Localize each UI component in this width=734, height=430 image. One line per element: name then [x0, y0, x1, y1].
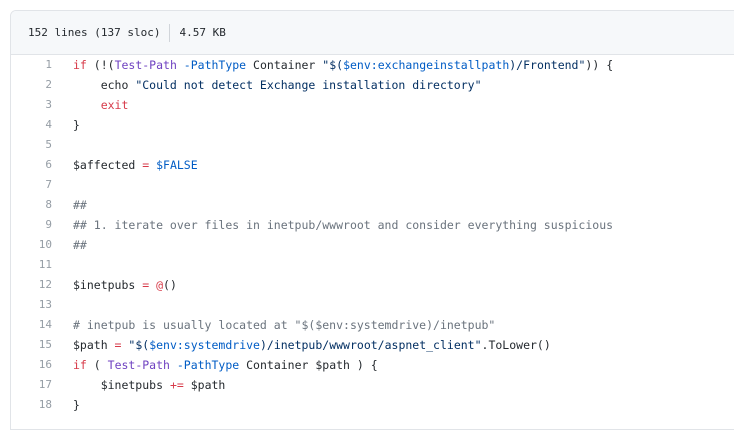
code-line: 6 $affected = $FALSE [11, 155, 734, 175]
code-token: echo [73, 78, 136, 92]
code-token: -PathType [169, 358, 240, 372]
line-number[interactable]: 14 [11, 315, 52, 335]
code-token: .ToLower() [481, 338, 551, 352]
code-line: 14 # inetpub is usually located at "$($en… [11, 315, 734, 335]
code-text: $path = "$($env:systemdrive)/inetpub/www… [73, 335, 551, 355]
code-token: )) { [585, 58, 614, 72]
code-token: "$( [121, 338, 150, 352]
code-token: = [135, 278, 150, 292]
file-viewer: 152 lines (137 sloc) 4.57 KB 1 if (!(Test… [10, 10, 734, 430]
code-line: 12 $inetpubs = @() [11, 275, 734, 295]
code-token: $inetpubs [73, 378, 164, 392]
code-token: @ [149, 278, 164, 292]
code-text: if (!(Test-Path -PathType Container "$($… [73, 55, 613, 75]
code-token: $path [73, 338, 108, 352]
code-token: Test-Path [114, 58, 177, 72]
file-info-header: 152 lines (137 sloc) 4.57 KB [11, 11, 734, 55]
code-token: } [73, 398, 80, 412]
code-token: "Could not detect Exchange installation … [135, 78, 482, 92]
code-token: ## 1. iterate over files in inetpub/wwwr… [73, 218, 614, 232]
line-number[interactable]: 4 [11, 115, 52, 135]
line-number[interactable]: 16 [11, 355, 52, 375]
code-token: ## [73, 198, 87, 212]
code-token: "$( [322, 58, 344, 72]
code-token: Container [246, 58, 323, 72]
line-number[interactable]: 6 [11, 155, 52, 175]
code-text: $inetpubs += $path [73, 375, 226, 395]
line-number[interactable]: 2 [11, 75, 52, 95]
code-token: $affected [73, 158, 136, 172]
line-number[interactable]: 13 [11, 295, 52, 315]
code-line: 1 if (!(Test-Path -PathType Container "$(… [11, 55, 734, 75]
code-text: exit [73, 95, 129, 115]
line-number[interactable]: 9 [11, 215, 52, 235]
code-token: $FALSE [149, 158, 198, 172]
line-number[interactable]: 3 [11, 95, 52, 115]
code-line: 3 exit [11, 95, 734, 115]
code-line: 8 ## [11, 195, 734, 215]
line-number[interactable]: 12 [11, 275, 52, 295]
code-text: ## 1. iterate over files in inetpub/wwwr… [73, 215, 613, 235]
line-number[interactable]: 1 [11, 55, 52, 75]
code-token: += [163, 378, 184, 392]
code-text: } [73, 115, 80, 135]
code-text: echo "Could not detect Exchange installa… [73, 75, 482, 95]
code-text: if ( Test-Path -PathType Container $path… [73, 355, 378, 375]
code-token: $inetpubs [73, 278, 136, 292]
code-block: 1 if (!(Test-Path -PathType Container "$(… [11, 55, 734, 415]
line-number[interactable]: 15 [11, 335, 52, 355]
file-size: 4.57 KB [179, 26, 226, 39]
code-token: ( [86, 358, 108, 372]
code-token: $env:systemdrive [149, 338, 260, 352]
line-number[interactable]: 18 [11, 395, 52, 415]
code-text: $affected = $FALSE [73, 155, 198, 175]
code-line: 17 $inetpubs += $path [11, 375, 734, 395]
code-line: 18} [11, 395, 734, 415]
line-number[interactable]: 7 [11, 175, 52, 195]
code-token: = [135, 158, 150, 172]
line-number[interactable]: 10 [11, 235, 52, 255]
code-token: = [107, 338, 122, 352]
code-token: (!( [86, 58, 115, 72]
code-line: 9 ## 1. iterate over files in inetpub/www… [11, 215, 734, 235]
code-token: # inetpub is usually located at "$($env:… [73, 318, 496, 332]
line-count: 152 lines (137 sloc) [28, 26, 161, 39]
code-text: ## [73, 195, 87, 215]
code-text: } [73, 395, 80, 415]
code-token: )/Frontend" [509, 58, 586, 72]
code-line: 10 ## [11, 235, 734, 255]
code-text: $inetpubs = @() [73, 275, 177, 295]
code-line: 2 echo "Could not detect Exchange instal… [11, 75, 734, 95]
line-number[interactable]: 5 [11, 135, 52, 155]
code-token: } [73, 118, 80, 132]
code-token: )/inetpub/wwwroot/aspnet_client" [259, 338, 482, 352]
code-token: -PathType [176, 58, 247, 72]
code-token: $path [183, 378, 226, 392]
code-token: $env:exchangeinstallpath [343, 58, 510, 72]
code-token: exit [100, 98, 129, 112]
header-divider [169, 23, 171, 42]
code-line: 16 if ( Test-Path -PathType Container $pa… [11, 355, 734, 375]
code-token: if [73, 58, 87, 72]
code-token: Container $path ) { [239, 358, 378, 372]
code-line: 7 [11, 175, 734, 195]
code-text: ## [73, 235, 87, 255]
line-number[interactable]: 11 [11, 255, 52, 275]
code-line: 5 [11, 135, 734, 155]
code-text: # inetpub is usually located at "$($env:… [73, 315, 495, 335]
line-number[interactable]: 17 [11, 375, 52, 395]
code-line: 15 $path = "$($env:systemdrive)/inetpub/w… [11, 335, 734, 355]
code-token: () [163, 278, 177, 292]
line-number[interactable]: 8 [11, 195, 52, 215]
code-line: 11 [11, 255, 734, 275]
code-token: if [73, 358, 87, 372]
code-line: 4} [11, 115, 734, 135]
code-token: ## [73, 238, 87, 252]
code-token: Test-Path [107, 358, 170, 372]
code-line: 13 [11, 295, 734, 315]
